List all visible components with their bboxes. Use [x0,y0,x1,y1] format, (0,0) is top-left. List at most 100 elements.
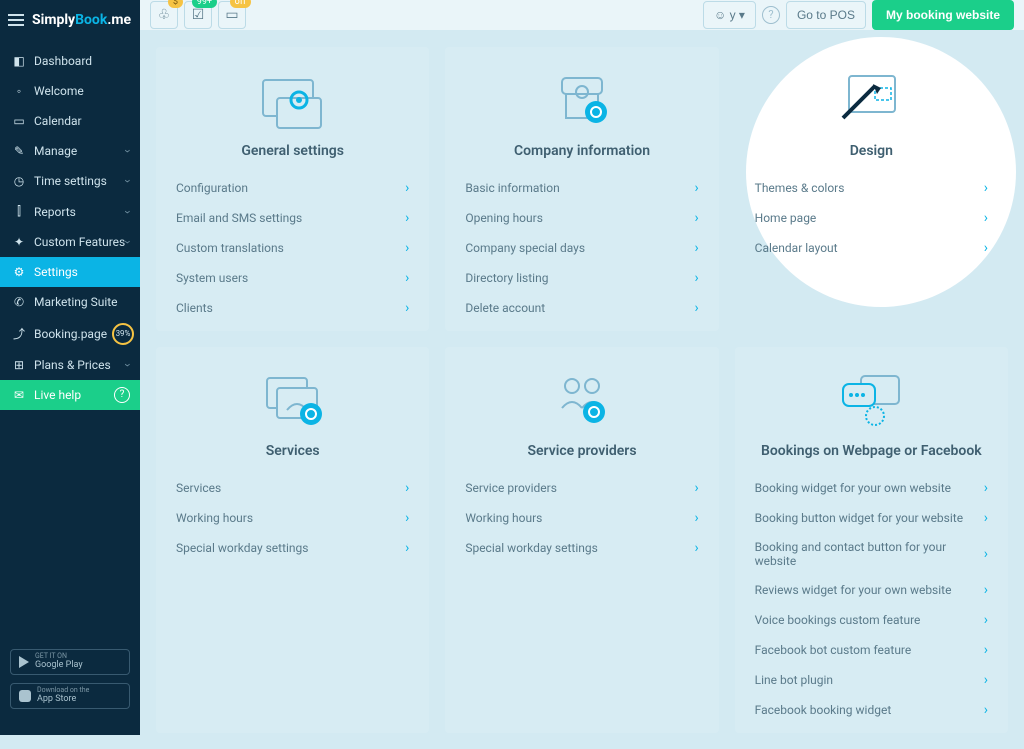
chevron-right-icon: › [405,240,409,256]
card-link[interactable]: Facebook booking widget› [735,695,1008,725]
chevron-right-icon: › [405,210,409,226]
card-illustration [735,365,1008,435]
card-link-label: Email and SMS settings [176,211,302,225]
card-title: Bookings on Webpage or Facebook [735,443,1008,459]
card-link[interactable]: Working hours› [445,503,718,533]
card-link-label: Booking button widget for your website [755,511,963,525]
settings-card-services: ServicesServices›Working hours›Special w… [156,347,429,733]
sidebar-item-time-settings[interactable]: ◷Time settings [0,166,140,196]
card-link[interactable]: Directory listing› [445,263,718,293]
settings-grid: General settingsConfiguration›Email and … [140,31,1024,749]
card-link[interactable]: Company special days› [445,233,718,263]
chevron-right-icon: › [405,540,409,556]
card-link[interactable]: Clients› [156,293,429,323]
card-link[interactable]: Basic information› [445,173,718,203]
card-link[interactable]: System users› [156,263,429,293]
apple-icon [19,690,31,702]
sidebar-icon: ⊞ [10,358,28,372]
play-icon [19,656,29,668]
card-link-label: Delete account [465,301,545,315]
card-link[interactable]: Themes & colors› [735,173,1008,203]
card-links: Configuration›Email and SMS settings›Cus… [156,173,429,323]
card-link[interactable]: Booking and contact button for your webs… [735,533,1008,575]
sidebar-icon: ✦ [10,235,28,249]
card-link-label: Line bot plugin [755,673,833,687]
sidebar-item-welcome[interactable]: ◦Welcome [0,76,140,106]
sidebar-item-custom-features[interactable]: ✦Custom Features [0,227,140,257]
help-icon[interactable]: ? [762,6,780,24]
card-link-label: Services [176,481,221,495]
chevron-right-icon: › [984,672,988,688]
card-link-label: Clients [176,301,213,315]
google-play-badge[interactable]: GET IT ONGoogle Play [10,649,130,675]
card-link[interactable]: Email and SMS settings › [156,203,429,233]
sidebar-label: Dashboard [34,54,92,68]
sidebar-icon: ✆ [10,295,28,309]
sidebar-icon: ⤴ [10,325,28,342]
card-link[interactable]: Home page› [735,203,1008,233]
card-link-label: Custom translations [176,241,284,255]
settings-card-bookings-on-webpage-or-facebook: Bookings on Webpage or Facebook Booking w… [735,347,1008,733]
card-links: Services›Working hours›Special workday s… [156,473,429,563]
user-menu[interactable]: ☺ y ▾ [703,1,756,29]
sidebar-icon: ▭ [10,114,28,128]
sidebar-item-booking-page[interactable]: ⤴Booking.page39% [0,317,140,350]
card-link[interactable]: Line bot plugin › [735,665,1008,695]
card-link[interactable]: Calendar layout› [735,233,1008,263]
card-link[interactable]: Special workday settings› [156,533,429,563]
card-link[interactable]: Service providers› [445,473,718,503]
card-link[interactable]: Opening hours› [445,203,718,233]
sidebar-item-reports[interactable]: ⫿Reports [0,196,140,227]
card-link[interactable]: Special workday settings› [445,533,718,563]
notifications-button[interactable]: ♧ $ [150,1,178,29]
hamburger-icon[interactable] [8,14,24,26]
card-link[interactable]: Working hours› [156,503,429,533]
sidebar-item-dashboard[interactable]: ◧Dashboard [0,46,140,76]
sidebar: SimplyBook.me ◧Dashboard◦Welcome ▭ Calenda… [0,0,140,735]
card-link[interactable]: Facebook bot custom feature› [735,635,1008,665]
card-link-label: Configuration [176,181,248,195]
card-link-label: Themes & colors [755,181,845,195]
sidebar-item-settings[interactable]: ⚙Settings [0,257,140,287]
sidebar-icon: ◷ [10,174,28,188]
sidebar-item-calendar[interactable]: ▭ Calendar [0,106,140,136]
card-link[interactable]: Custom translations › [156,233,429,263]
sidebar-item-marketing-suite[interactable]: ✆Marketing Suite [0,287,140,317]
card-link[interactable]: Delete account› [445,293,718,323]
card-links: Service providers›Working hours›Special … [445,473,718,563]
sidebar-label: Manage [34,144,77,158]
go-to-pos-button[interactable]: Go to POS [786,1,866,29]
card-link[interactable]: Voice bookings custom feature› [735,605,1008,635]
app-store-badge[interactable]: Download on theApp Store [10,683,130,709]
card-link[interactable]: Booking button widget for your website› [735,503,1008,533]
my-booking-website-button[interactable]: My booking website [872,0,1014,30]
card-link[interactable]: Reviews widget for your own website› [735,575,1008,605]
card-links: Themes & colors›Home page›Calendar layou… [735,173,1008,263]
cal-badge: off [230,0,251,8]
card-link[interactable]: Services› [156,473,429,503]
bookings-button[interactable]: ☑ 99+ [184,1,212,29]
sidebar-item-live-help[interactable]: ✉Live help [0,380,140,410]
sidebar-label: Booking.page [34,327,107,341]
store2-label: App Store [37,694,76,704]
card-illustration [156,365,429,435]
brand-part1: Simply [32,12,75,28]
card-link-label: Booking widget for your own website [755,481,951,495]
sidebar-item-manage[interactable]: ✎ Manage [0,136,140,166]
card-link-label: Booking and contact button for your webs… [755,540,984,568]
store2-small: Download on the [37,687,89,695]
sidebar-item-plans-prices[interactable]: ⊞ Plans & Prices [0,350,140,380]
brand[interactable]: SimplyBook.me [0,0,140,40]
chevron-right-icon: › [984,240,988,256]
sidebar-label: Calendar [34,114,82,128]
chevron-right-icon: › [694,540,698,556]
card-link[interactable]: Configuration› [156,173,429,203]
card-link[interactable]: Booking widget for your own website› [735,473,1008,503]
bell-badge: $ [168,0,183,8]
sidebar-icon: ✎ [10,144,28,158]
offers-button[interactable]: ▭ off [218,1,246,29]
check-icon: ☑ [192,7,205,23]
chevron-right-icon: › [984,702,988,718]
sidebar-label: Plans & Prices [34,358,111,372]
card-link-label: Facebook bot custom feature [755,643,912,657]
